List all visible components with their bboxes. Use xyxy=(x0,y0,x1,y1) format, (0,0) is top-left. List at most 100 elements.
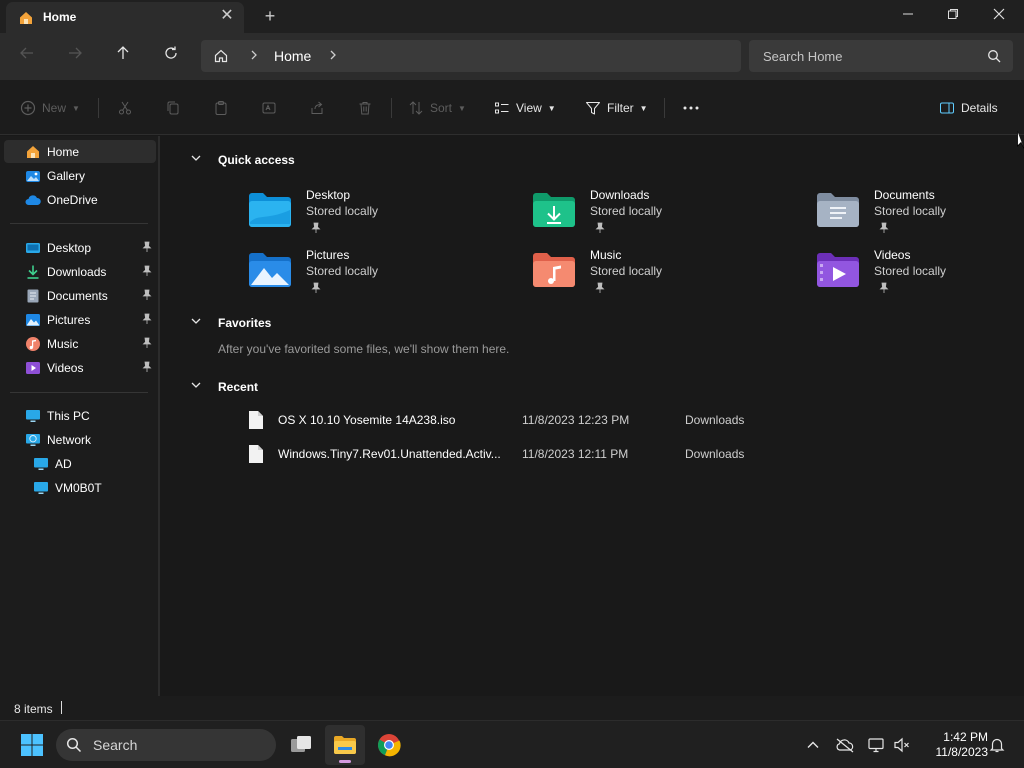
chevron-down-icon: ▼ xyxy=(547,103,556,113)
qa-status: Stored locally xyxy=(306,204,379,218)
pin-icon[interactable] xyxy=(142,337,152,352)
tab-home[interactable]: Home ✕ xyxy=(6,2,244,33)
chevron-right-icon[interactable] xyxy=(328,47,338,66)
copy-button[interactable] xyxy=(165,96,181,120)
plus-circle-icon xyxy=(20,100,36,116)
pin-icon[interactable] xyxy=(142,313,152,328)
nav-item-network[interactable]: Network xyxy=(4,428,156,451)
restore-button[interactable] xyxy=(930,0,976,31)
section-recent[interactable]: Recent xyxy=(190,379,258,394)
home-icon[interactable] xyxy=(213,48,229,67)
back-arrow-icon xyxy=(20,47,33,59)
nav-label: Music xyxy=(47,336,79,351)
nav-label: OneDrive xyxy=(47,192,98,207)
clock[interactable]: 1:42 PM 11/8/2023 xyxy=(916,730,989,760)
quick-access-videos[interactable]: Videos Stored locally xyxy=(816,248,1024,302)
section-favorites[interactable]: Favorites xyxy=(190,315,271,330)
search-input[interactable] xyxy=(749,40,979,72)
share-button[interactable] xyxy=(309,96,325,120)
onedrive-tray-button[interactable] xyxy=(833,733,857,757)
paste-button[interactable] xyxy=(213,96,229,120)
quick-access-documents[interactable]: Documents Stored locally xyxy=(816,188,1024,242)
taskbar-search-label: Search xyxy=(93,737,138,753)
sort-icon xyxy=(409,101,423,115)
file-explorer-taskbar-button[interactable] xyxy=(325,725,365,765)
more-options-button[interactable] xyxy=(682,96,700,120)
search-icon[interactable] xyxy=(987,49,1001,66)
favorites-empty-message: After you've favorited some files, we'll… xyxy=(218,342,510,356)
nav-label: Documents xyxy=(47,288,108,303)
nav-item-videos[interactable]: Videos xyxy=(4,356,156,379)
refresh-button[interactable] xyxy=(157,43,185,71)
pin-icon xyxy=(595,282,605,297)
breadcrumb[interactable]: Home xyxy=(201,40,741,72)
close-button[interactable] xyxy=(976,0,1022,31)
new-button[interactable]: New ▼ xyxy=(20,96,80,120)
section-title: Recent xyxy=(218,379,259,394)
chevron-down-icon[interactable] xyxy=(190,315,204,330)
recent-file-row[interactable]: OS X 10.10 Yosemite 14A238.iso 11/8/2023… xyxy=(246,408,766,432)
file-date: 11/8/2023 12:23 PM xyxy=(522,413,630,427)
view-button[interactable]: View ▼ xyxy=(494,96,556,120)
nav-item-vm0b0t[interactable]: VM0B0T xyxy=(4,476,156,499)
show-hidden-icons-button[interactable] xyxy=(801,733,825,757)
forward-button[interactable] xyxy=(61,43,89,71)
nav-item-pictures[interactable]: Pictures xyxy=(4,308,156,331)
nav-item-downloads[interactable]: Downloads xyxy=(4,260,156,283)
nav-item-onedrive[interactable]: OneDrive xyxy=(4,188,156,211)
onedrive-offline-icon xyxy=(836,738,854,753)
nav-item-desktop[interactable]: Desktop xyxy=(4,236,156,259)
rename-button[interactable] xyxy=(261,96,277,120)
qa-name: Pictures xyxy=(306,248,350,262)
details-pane-button[interactable]: Details xyxy=(939,96,998,120)
network-tray-button[interactable] xyxy=(865,733,889,757)
quick-access-desktop[interactable]: Desktop Stored locally xyxy=(248,188,508,242)
taskbar-search[interactable]: Search xyxy=(56,729,276,761)
new-tab-button[interactable]: + xyxy=(260,6,280,26)
nav-item-music[interactable]: Music xyxy=(4,332,156,355)
pin-icon[interactable] xyxy=(142,241,152,256)
chevron-right-icon[interactable] xyxy=(249,47,259,66)
qa-name: Desktop xyxy=(306,188,351,202)
filter-button[interactable]: Filter ▼ xyxy=(585,96,648,120)
section-quick-access[interactable]: Quick access xyxy=(190,152,295,167)
recent-file-row[interactable]: Windows.Tiny7.Rev01.Unattended.Activ... … xyxy=(246,442,766,466)
start-button[interactable] xyxy=(12,725,52,765)
nav-item-ad[interactable]: AD xyxy=(4,452,156,475)
up-button[interactable] xyxy=(109,43,137,71)
chevron-down-icon[interactable] xyxy=(190,152,204,167)
pin-icon[interactable] xyxy=(142,361,152,376)
quick-access-music[interactable]: Music Stored locally xyxy=(532,248,792,302)
quick-access-pictures[interactable]: Pictures Stored locally xyxy=(248,248,508,302)
nav-item-home[interactable]: Home xyxy=(4,140,156,163)
pin-icon xyxy=(879,222,889,237)
qa-status: Stored locally xyxy=(874,204,947,218)
breadcrumb-home[interactable]: Home xyxy=(274,48,311,64)
delete-button[interactable] xyxy=(357,96,373,120)
pin-icon[interactable] xyxy=(142,265,152,280)
nav-item-this-pc[interactable]: This PC xyxy=(4,404,156,427)
back-button[interactable] xyxy=(13,43,41,71)
item-count: 8 items xyxy=(14,702,53,716)
tab-title: Home xyxy=(43,10,77,24)
nav-item-documents[interactable]: Documents xyxy=(4,284,156,307)
volume-tray-button[interactable] xyxy=(890,733,914,757)
rename-icon xyxy=(262,102,276,114)
pin-icon[interactable] xyxy=(142,289,152,304)
search-box xyxy=(749,40,1013,72)
chrome-taskbar-button[interactable] xyxy=(369,725,409,765)
nav-divider xyxy=(10,223,148,224)
trash-icon xyxy=(359,102,371,115)
nav-item-gallery[interactable]: Gallery xyxy=(4,164,156,187)
quick-access-downloads[interactable]: Downloads Stored locally xyxy=(532,188,792,242)
monitor-icon xyxy=(24,408,42,424)
task-view-button[interactable] xyxy=(281,725,321,765)
minimize-button[interactable] xyxy=(885,0,931,31)
chevron-down-icon[interactable] xyxy=(190,379,204,394)
scissors-icon xyxy=(119,101,131,115)
section-title: Favorites xyxy=(218,315,272,330)
notifications-button[interactable] xyxy=(985,733,1009,757)
cut-button[interactable] xyxy=(117,96,133,120)
sort-button[interactable]: Sort ▼ xyxy=(408,96,466,120)
tab-close-icon[interactable]: ✕ xyxy=(218,7,236,25)
